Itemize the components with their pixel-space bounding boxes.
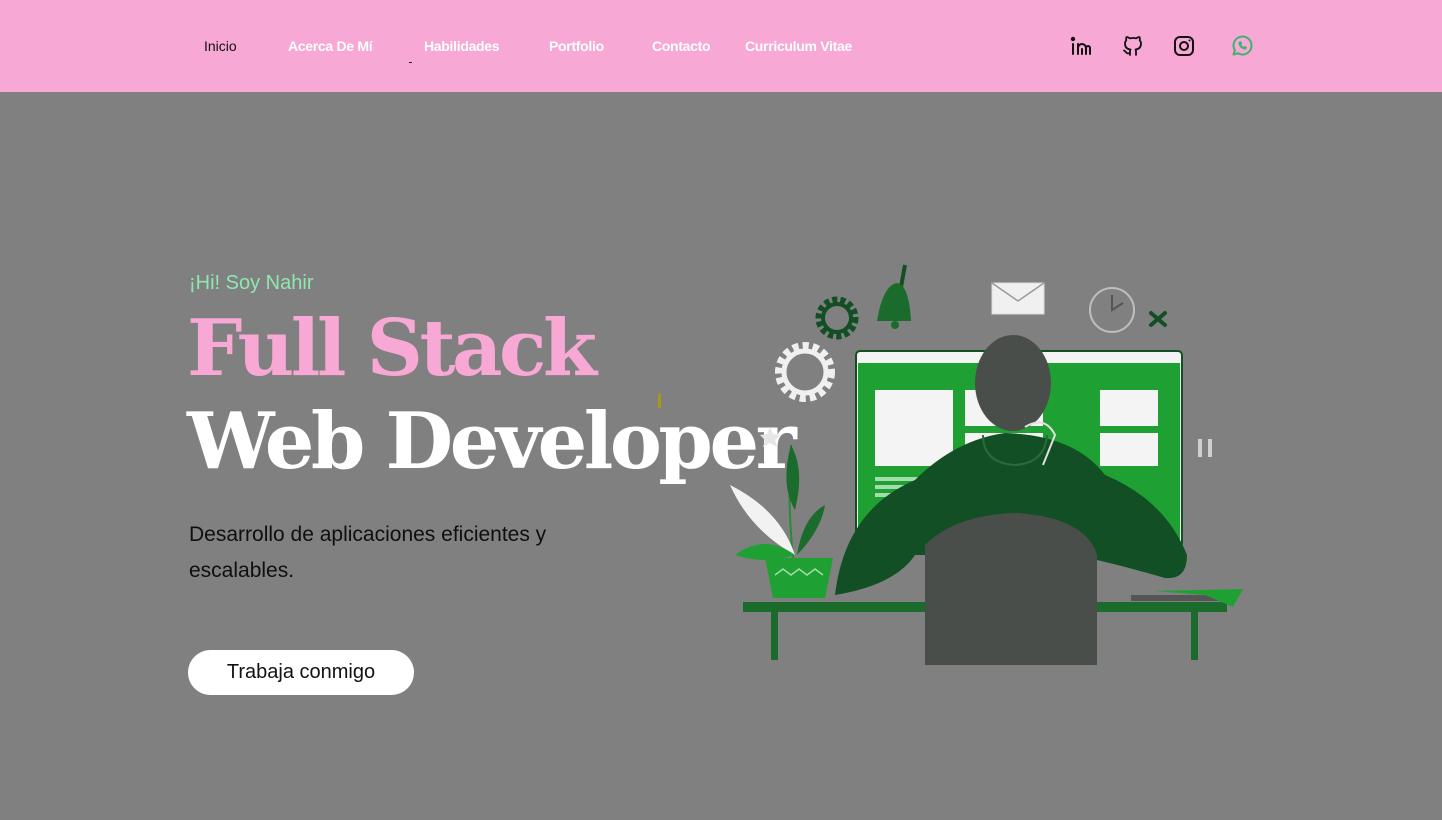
navbar: Inicio Acerca De Mí Habilidades Portfoli… xyxy=(0,0,1442,92)
linkedin-icon[interactable] xyxy=(1067,32,1095,60)
hero-title-line1: Full Stack xyxy=(187,303,597,394)
nav-link-habilidades[interactable]: Habilidades xyxy=(424,38,500,54)
pause-icon xyxy=(1198,439,1212,457)
close-icon xyxy=(1149,311,1167,327)
star-icon xyxy=(760,427,780,447)
github-icon[interactable] xyxy=(1119,32,1147,60)
nav-link-acerca-de-mi[interactable]: Acerca De Mí xyxy=(288,38,373,54)
nav-link-portfolio[interactable]: Portfolio xyxy=(549,38,604,54)
plant-illustration xyxy=(730,444,833,598)
whatsapp-icon[interactable] xyxy=(1228,32,1256,60)
nav-link-contacto[interactable]: Contacto xyxy=(652,38,711,54)
envelope-icon xyxy=(991,282,1045,315)
text-cursor-mark xyxy=(658,394,661,408)
clock-icon xyxy=(1089,287,1135,333)
gear-icon xyxy=(775,342,835,402)
hero-description: Desarrollo de aplicaciones eficientes y … xyxy=(189,523,547,582)
nav-link-curriculum-vitae[interactable]: Curriculum Vitae xyxy=(745,38,852,54)
instagram-icon[interactable] xyxy=(1170,32,1198,60)
gear-icon xyxy=(815,296,859,340)
nav-link-inicio[interactable]: Inicio xyxy=(204,38,237,54)
developer-at-desk-illustration xyxy=(730,264,1243,665)
hero-title-line2: Web Developer xyxy=(187,396,797,487)
trabaja-conmigo-button[interactable]: Trabaja conmigo xyxy=(188,650,414,695)
nav-underline-mark xyxy=(409,62,412,63)
bell-icon xyxy=(877,264,911,329)
hero-greeting: ¡Hi! Soy Nahir xyxy=(189,272,314,294)
